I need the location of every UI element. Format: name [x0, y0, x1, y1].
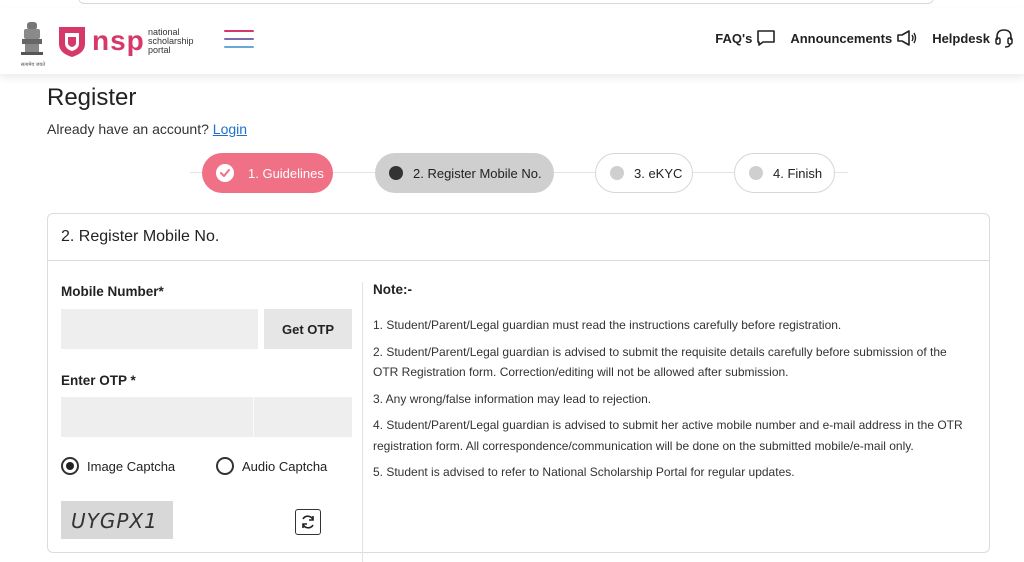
get-otp-button[interactable]: Get OTP: [264, 309, 352, 349]
nav-helpdesk-label: Helpdesk: [932, 30, 990, 46]
page-title: Register: [47, 84, 137, 111]
note-item: 3. Any wrong/false information may lead …: [373, 391, 652, 406]
note-item: 5. Student is advised to refer to Nation…: [373, 465, 795, 479]
hamburger-line: [224, 46, 254, 48]
hamburger-line: [224, 38, 254, 40]
note-item: 1. Student/Parent/Legal guardian must re…: [373, 318, 842, 332]
audio-captcha-radio[interactable]: Audio Captcha: [216, 457, 327, 475]
otp-label: Enter OTP *: [61, 373, 136, 388]
logo-subtitle: national scholarship portal: [148, 28, 194, 55]
hamburger-line: [224, 30, 254, 32]
notes-title: Note:-: [373, 282, 412, 297]
column-divider: [362, 282, 363, 562]
step-register-mobile[interactable]: 2. Register Mobile No.: [375, 153, 554, 193]
top-strip: [0, 0, 1024, 8]
step-label: 4. Finish: [773, 165, 823, 181]
step-dot-icon: [389, 166, 403, 180]
nav-announcements-label: Announcements: [790, 30, 893, 46]
nav-helpdesk[interactable]: Helpdesk: [932, 28, 1014, 48]
national-emblem-icon: [21, 22, 43, 55]
mobile-label: Mobile Number*: [61, 284, 164, 299]
logo-text: nsp: [92, 25, 145, 56]
headset-icon: [995, 29, 1013, 48]
notes-section: Note:- 1. Student/Parent/Legal guardian …: [373, 282, 973, 489]
login-link[interactable]: Login: [213, 121, 247, 137]
header-nav: FAQ's Announcements Helpdesk: [701, 28, 1014, 48]
refresh-captcha-icon[interactable]: [295, 509, 321, 535]
radio-checked-icon: [61, 457, 79, 475]
logo-sub-line: portal: [148, 45, 171, 55]
step-label: 1. Guidelines: [248, 165, 324, 181]
step-guidelines[interactable]: 1. Guidelines: [202, 153, 333, 193]
register-card: 2. Register Mobile No. Mobile Number* Ge…: [47, 213, 990, 562]
note-item: 2. Student/Parent/Legal guardian is advi…: [373, 344, 947, 380]
radio-unchecked-icon: [216, 457, 234, 475]
mobile-number-input[interactable]: [61, 309, 258, 349]
step-dot-icon: [749, 166, 763, 180]
nav-faqs-label: FAQ's: [715, 30, 753, 46]
check-icon: [216, 164, 234, 182]
chat-icon: [757, 30, 776, 46]
step-dot-icon: [610, 166, 624, 180]
nsp-shield-icon: [59, 27, 85, 57]
nav-faqs[interactable]: FAQ's: [715, 29, 776, 47]
nav-announcements[interactable]: Announcements: [790, 29, 918, 47]
radio-label: Image Captcha: [87, 458, 176, 474]
captcha-image: UYGPX1: [61, 501, 173, 539]
image-captcha-radio[interactable]: Image Captcha: [61, 457, 175, 475]
menu-hamburger-icon[interactable]: [224, 30, 254, 56]
captcha-type-group: Image Captcha Audio Captcha: [61, 457, 353, 479]
already-have-account: Already have an account? Login: [47, 121, 247, 137]
otp-input-separator: [253, 397, 254, 437]
notes-list: 1. Student/Parent/Legal guardian must re…: [373, 315, 973, 483]
card-title: 2. Register Mobile No.: [48, 214, 989, 261]
note-item: 4. Student/Parent/Legal guardian is advi…: [373, 418, 963, 453]
radio-label: Audio Captcha: [242, 458, 328, 474]
step-label: 2. Register Mobile No.: [413, 165, 542, 181]
emblem-caption: सत्यमेव जयते: [20, 62, 46, 68]
megaphone-icon: [897, 30, 917, 46]
already-text: Already have an account?: [47, 121, 209, 137]
step-ekyc[interactable]: 3. eKYC: [595, 153, 693, 193]
step-label: 3. eKYC: [634, 165, 683, 181]
site-header: सत्यमेव जयते nsp national scholarship po…: [0, 8, 1024, 74]
otp-input[interactable]: [61, 397, 352, 437]
step-finish[interactable]: 4. Finish: [734, 153, 835, 193]
top-search-pill: [78, 0, 934, 4]
